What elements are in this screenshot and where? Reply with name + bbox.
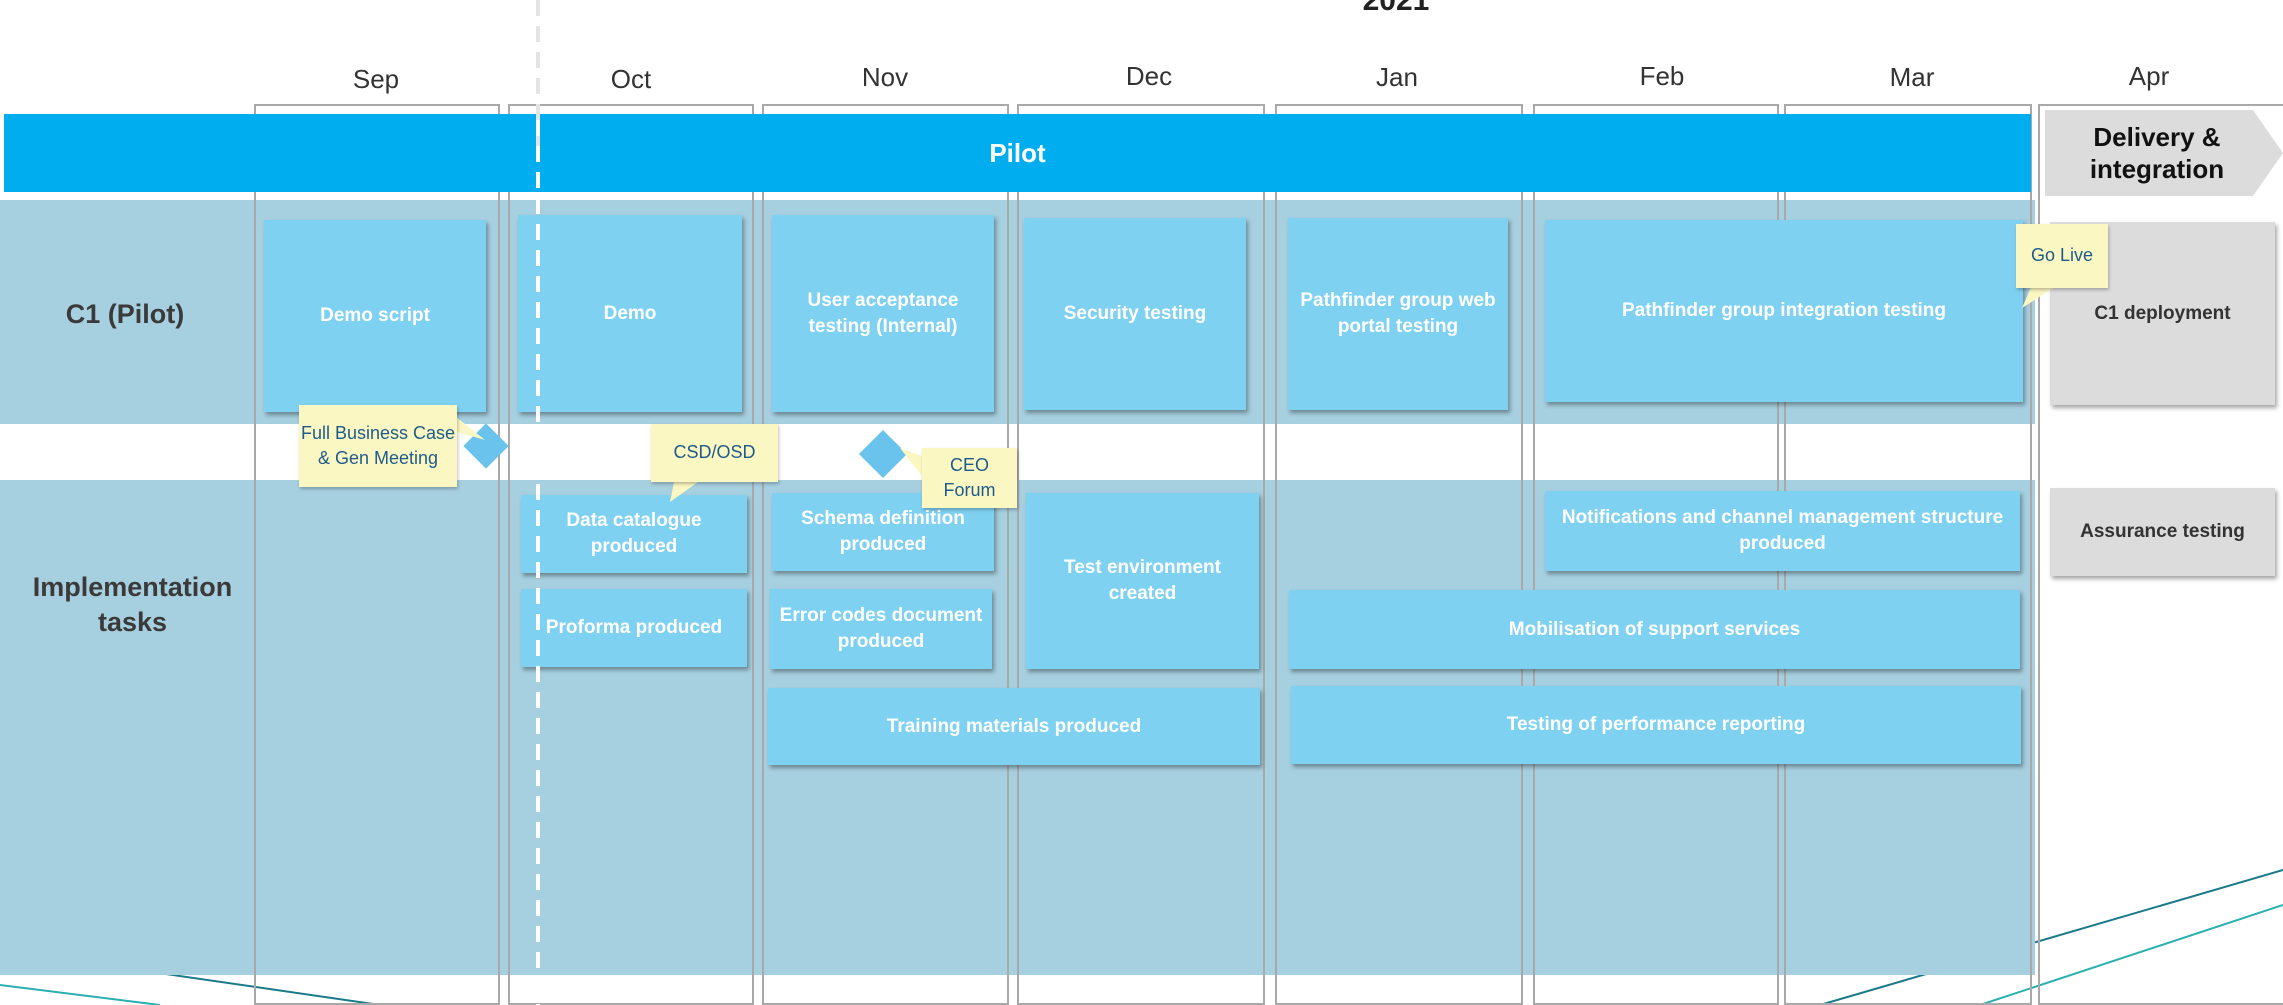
callout-pointers: [450, 285, 2058, 502]
milestone-ceo-forum: CEO Forum: [922, 448, 1017, 508]
milestone-csd-osd: CSD/OSD: [651, 424, 778, 482]
milestone-full-business-case: Full Business Case & Gen Meeting: [299, 405, 457, 487]
milestone-go-live: Go Live: [2016, 224, 2108, 288]
